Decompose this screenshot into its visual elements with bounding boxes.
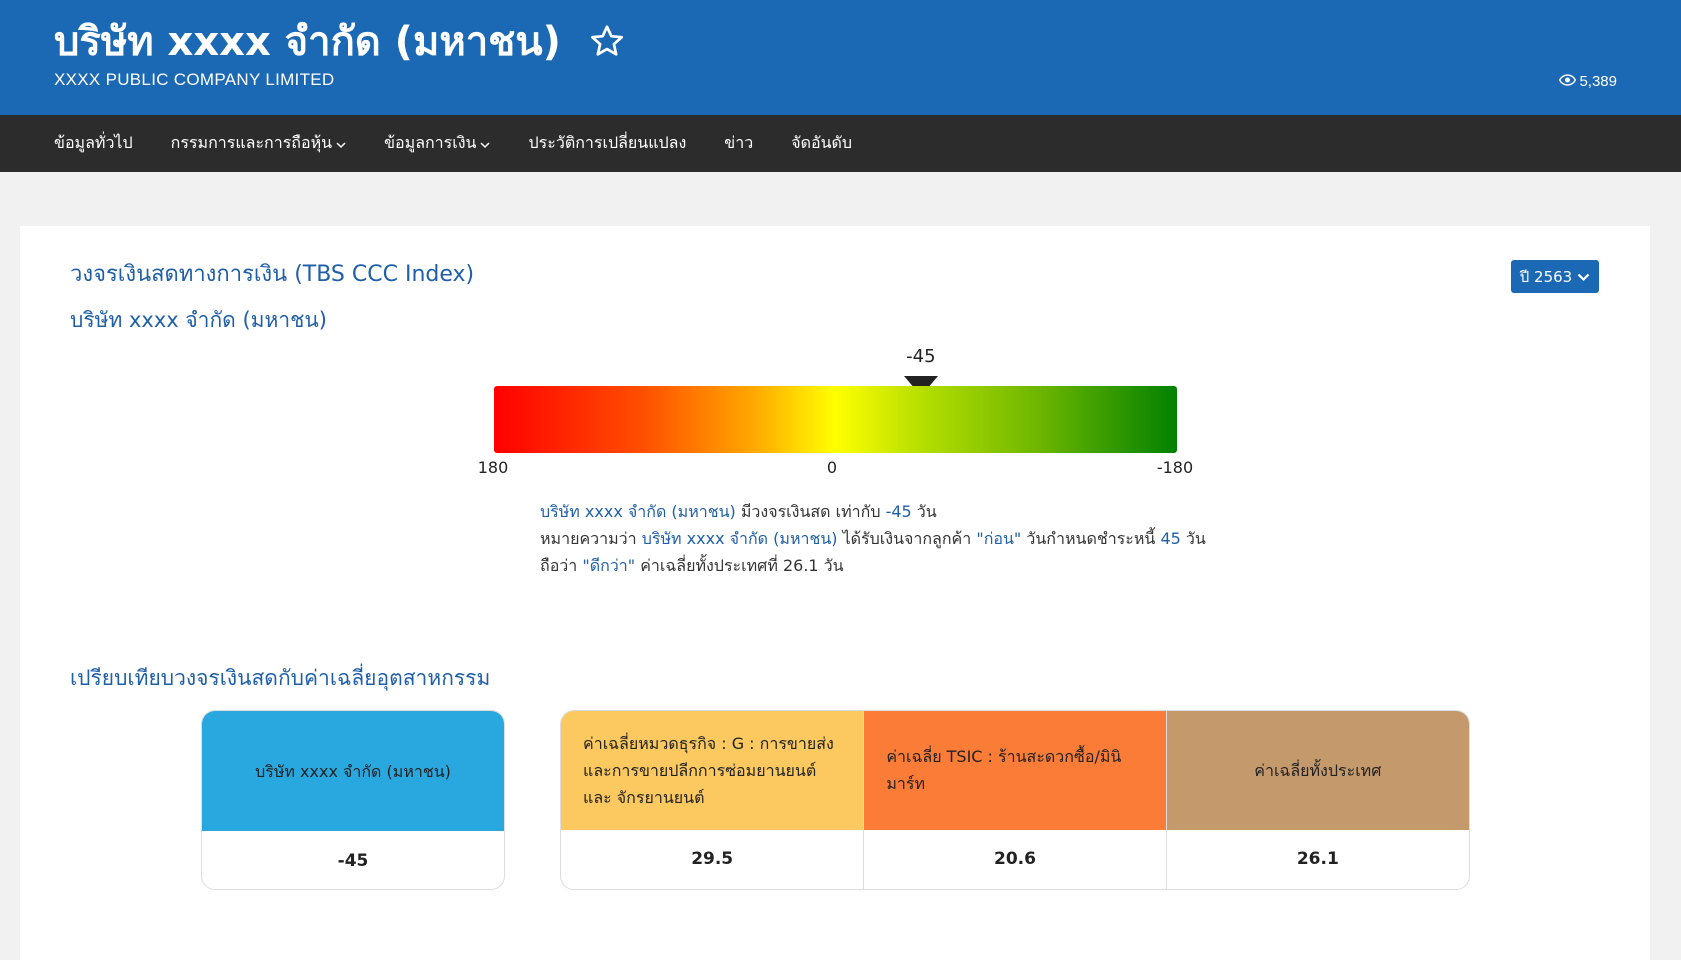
- company-title: บริษัท xxxx จำกัด (มหาชน): [54, 14, 625, 74]
- chevron-down-icon: [480, 134, 491, 153]
- section-company-name: บริษัท xxxx จำกัด (มหาชน): [70, 308, 327, 332]
- tsic-average-value: 20.6: [994, 849, 1036, 870]
- chevron-down-icon: [336, 134, 346, 153]
- cash-cycle-description: บริษัท xxxx จำกัด (มหาชน) มีวงจรเงินสด เ…: [540, 498, 1206, 579]
- nav-item-ranking[interactable]: จัดอันดับ: [791, 131, 852, 156]
- national-average-value: 26.1: [1296, 849, 1339, 870]
- gauge-tick-zero: 0: [826, 458, 838, 477]
- nav-item-directors-shareholding[interactable]: กรรมการและการถือหุ้น: [171, 131, 346, 156]
- content-card: วงจรเงินสดทางการเงิน (TBS CCC Index) บริ…: [20, 226, 1650, 960]
- description-text: หมายความว่า: [540, 529, 642, 548]
- year-select-label: ปี 2563: [1519, 267, 1573, 286]
- industry-averages-card: ค่าเฉลี่ยหมวดธุรกิจ : G : การขายส่งและกา…: [560, 710, 1470, 890]
- section-title: วงจรเงินสดทางการเงิน (TBS CCC Index): [70, 262, 475, 287]
- nav-item-general-info[interactable]: ข้อมูลทั่วไป: [54, 131, 133, 156]
- description-line-2: หมายความว่า บริษัท xxxx จำกัด (มหาชน) ได…: [540, 525, 1206, 552]
- nav-item-change-history[interactable]: ประวัติการเปลี่ยนแปลง: [528, 131, 686, 156]
- business-category-average-column: ค่าเฉลี่ยหมวดธุรกิจ : G : การขายส่งและกา…: [561, 711, 864, 889]
- business-category-average-header: ค่าเฉลี่ยหมวดธุรกิจ : G : การขายส่งและกา…: [561, 711, 864, 830]
- year-select-button[interactable]: ปี 2563: [1511, 260, 1599, 293]
- nav-item-label: จัดอันดับ: [791, 133, 853, 152]
- chevron-down-icon: [1577, 268, 1590, 286]
- company-card-value: -45: [337, 851, 369, 871]
- gauge-bar: [494, 386, 1177, 453]
- description-text: มีวงจรเงินสด เท่ากับ: [735, 502, 886, 521]
- eye-icon: [1559, 73, 1577, 90]
- nav-item-label: กรรมการและการถือหุ้น: [170, 133, 333, 152]
- gauge-value-label: -45: [906, 346, 936, 367]
- company-title-text: บริษัท xxxx จำกัด (มหาชน): [54, 19, 561, 65]
- description-company: บริษัท xxxx จำกัด (มหาชน): [641, 529, 838, 548]
- description-company: บริษัท xxxx จำกัด (มหาชน): [540, 502, 736, 521]
- description-text: ถือว่า: [540, 556, 583, 575]
- national-average-header: ค่าเฉลี่ยทั้งประเทศ: [1166, 711, 1469, 830]
- description-text: ได้รับเงินจากลูกค้า: [837, 529, 977, 548]
- description-line-1: บริษัท xxxx จำกัด (มหาชน) มีวงจรเงินสด เ…: [540, 498, 1206, 525]
- company-card-header: บริษัท xxxx จำกัด (มหาชน): [202, 711, 504, 831]
- gauge-tick-min: -180: [1156, 458, 1194, 477]
- nav-item-label: ข่าว: [724, 133, 754, 152]
- description-verdict: "ดีกว่า": [582, 556, 636, 575]
- comparison-title: เปรียบเทียบวงจรเงินสดกับค่าเฉลี่ยอุตสาหก…: [70, 666, 491, 690]
- description-text: วันกำหนดชำระหนี้: [1021, 529, 1161, 548]
- nav-item-label: ข้อมูลการเงิน: [384, 133, 477, 152]
- company-name-english: XXXX PUBLIC COMPANY LIMITED: [54, 70, 335, 89]
- description-text: ค่าเฉลี่ยทั้งประเทศที่ 26.1 วัน: [635, 556, 844, 575]
- main-nav: ข้อมูลทั่วไป กรรมการและการถือหุ้น ข้อมูล…: [0, 115, 1681, 172]
- description-when: "ก่อน": [976, 529, 1022, 548]
- nav-item-news[interactable]: ข่าว: [724, 131, 753, 156]
- nav-item-label: ประวัติการเปลี่ยนแปลง: [528, 133, 687, 152]
- description-text: วัน: [911, 502, 937, 521]
- description-value: -45: [885, 502, 912, 521]
- company-cash-cycle-card: บริษัท xxxx จำกัด (มหาชน) -45: [201, 710, 505, 890]
- description-text: วัน: [1180, 529, 1206, 548]
- nav-item-label: ข้อมูลทั่วไป: [54, 133, 133, 152]
- tsic-average-column: ค่าเฉลี่ย TSIC : ร้านสะดวกซื้อ/มินิมาร์ท…: [863, 711, 1166, 889]
- description-days: 45: [1160, 529, 1181, 548]
- company-column: บริษัท xxxx จำกัด (มหาชน) -45: [202, 711, 504, 889]
- national-average-column: ค่าเฉลี่ยทั้งประเทศ 26.1: [1165, 711, 1469, 889]
- description-line-3: ถือว่า "ดีกว่า" ค่าเฉลี่ยทั้งประเทศที่ 2…: [540, 552, 1206, 579]
- nav-item-financial-info[interactable]: ข้อมูลการเงิน: [384, 131, 491, 156]
- view-count-value: 5,389: [1579, 73, 1617, 90]
- page-header: บริษัท xxxx จำกัด (มหาชน) XXXX PUBLIC CO…: [0, 0, 1681, 115]
- tsic-average-header: ค่าเฉลี่ย TSIC : ร้านสะดวกซื้อ/มินิมาร์ท: [864, 711, 1166, 830]
- gauge-tick-max: 180: [477, 458, 509, 477]
- view-count: 5,389: [1559, 73, 1617, 90]
- star-outline-icon[interactable]: [589, 18, 625, 74]
- business-category-average-value: 29.5: [691, 849, 734, 870]
